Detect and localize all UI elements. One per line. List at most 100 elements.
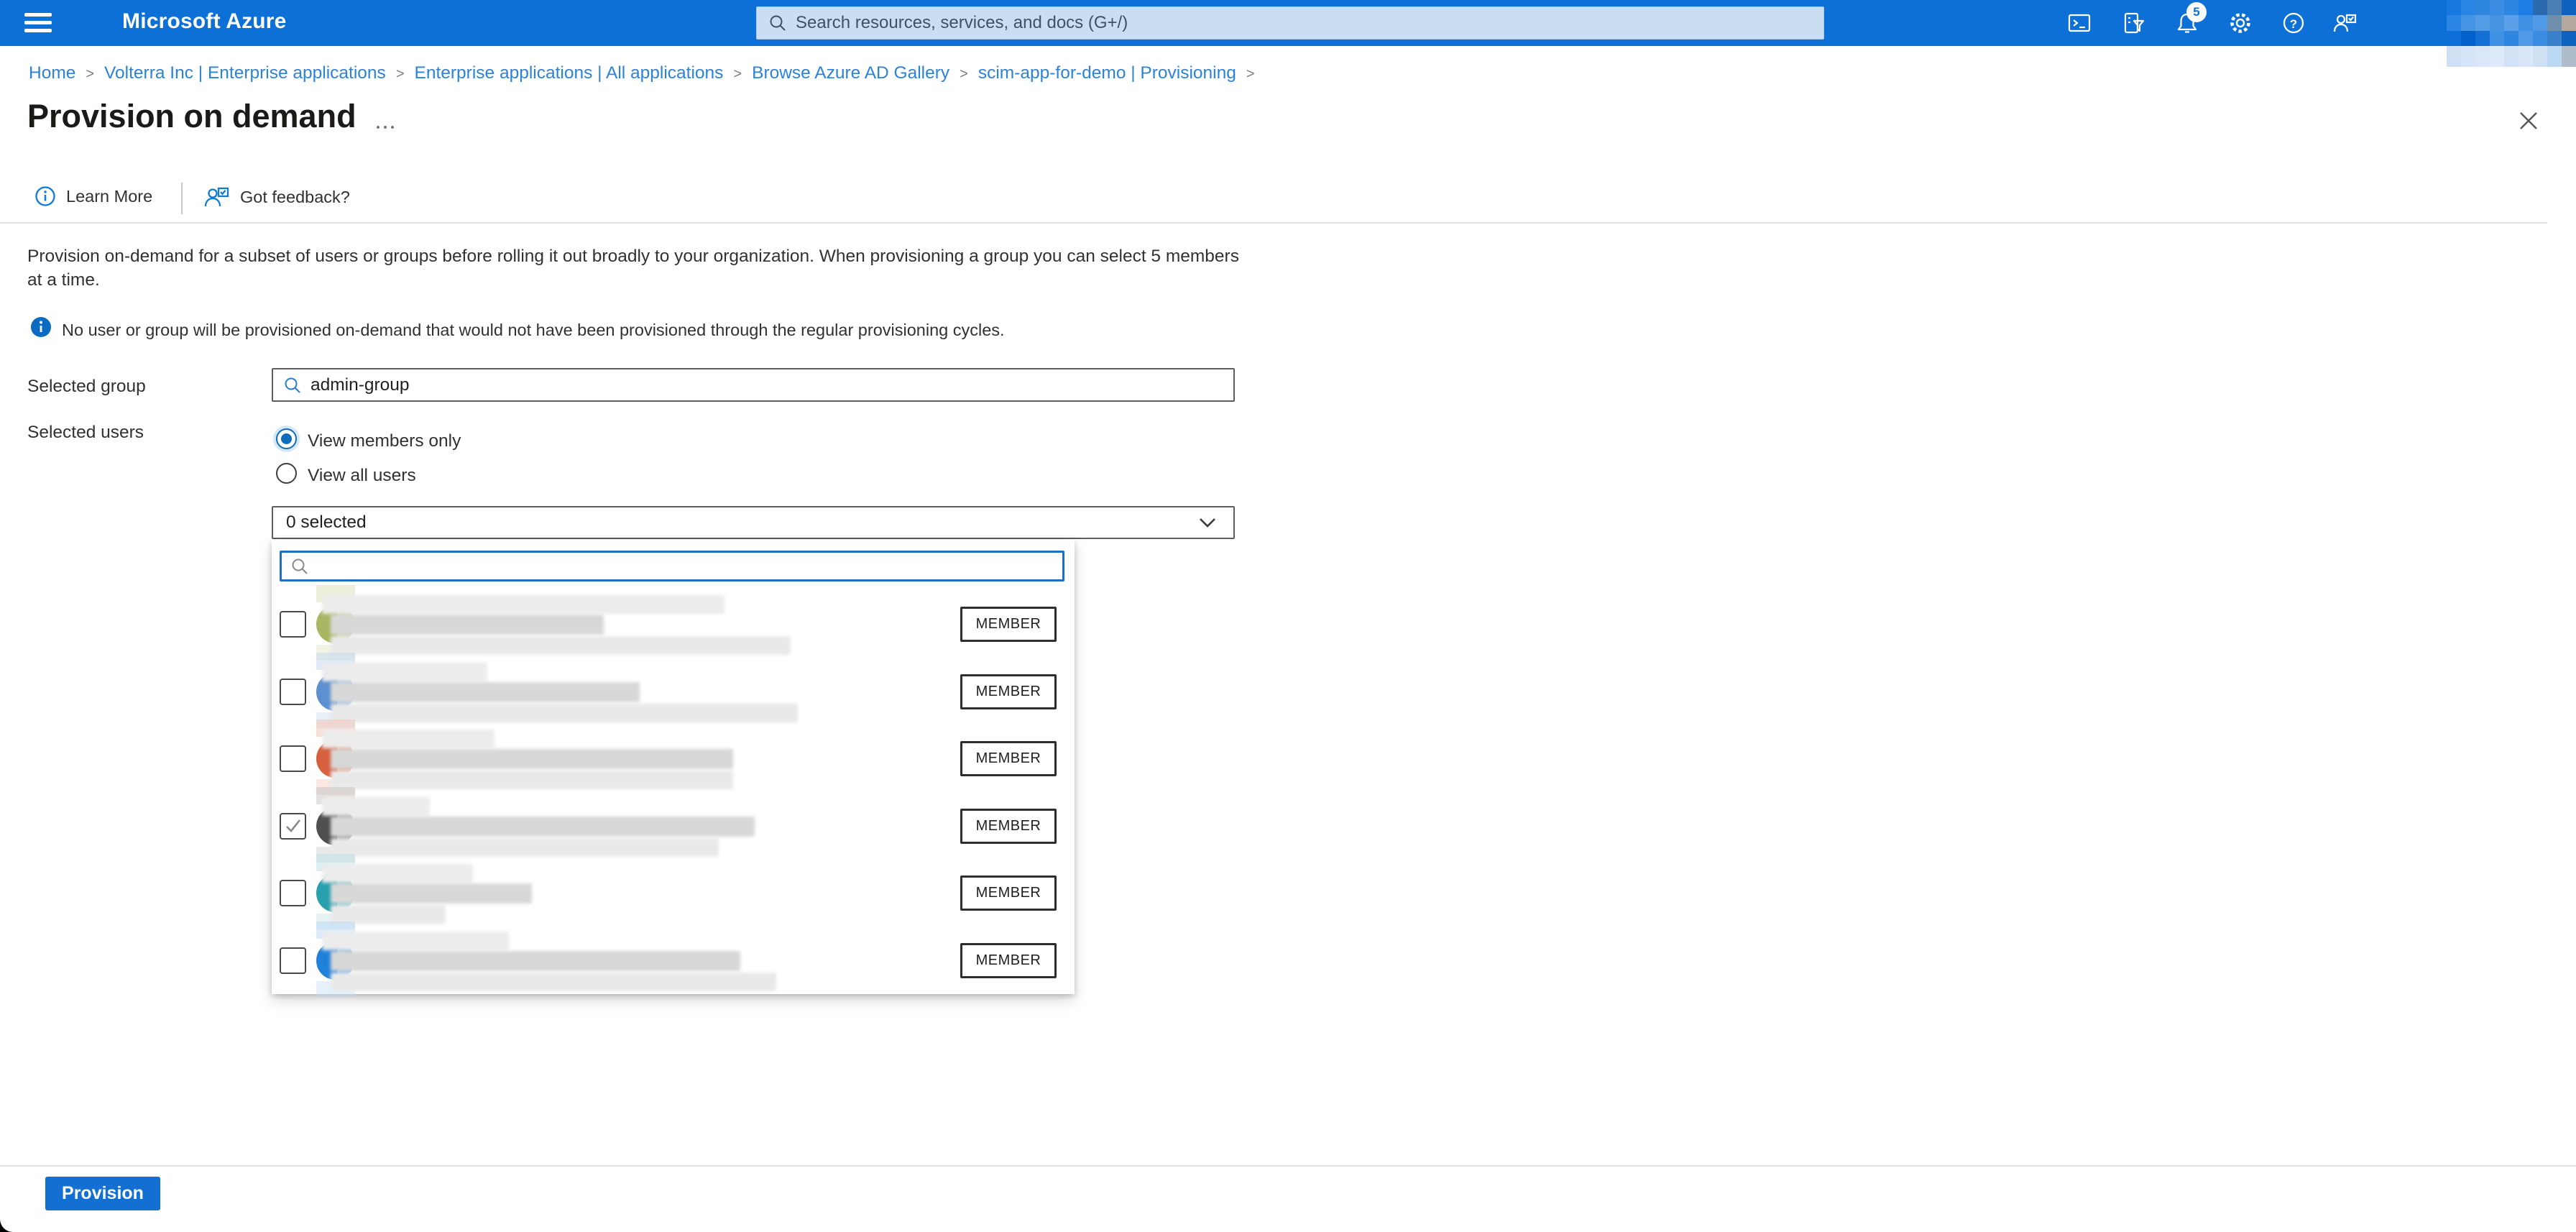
member-list-item[interactable]: MEMBER <box>272 720 1075 795</box>
redacted-pixel <box>2547 30 2562 46</box>
redacted-pixel <box>2490 46 2504 67</box>
member-type-badge: MEMBER <box>960 808 1057 844</box>
redacted-pixel <box>2461 46 2475 67</box>
radio-view-members-only-label: View members only <box>308 431 461 451</box>
member-checkbox[interactable] <box>280 678 306 705</box>
redacted-pixel <box>2518 15 2533 31</box>
redacted-name-blur <box>331 837 719 857</box>
learn-more-button[interactable]: Learn More <box>34 185 152 207</box>
breadcrumb-separator: > <box>1246 66 1255 82</box>
redacted-name-blur <box>331 816 755 837</box>
account-avatar[interactable] <box>2447 0 2576 46</box>
checkmark-icon <box>285 819 300 832</box>
redacted-pixel <box>2490 0 2504 16</box>
member-search-input[interactable] <box>309 556 1062 576</box>
member-checkbox[interactable] <box>280 947 306 974</box>
info-filled-icon <box>30 316 52 341</box>
redacted-pixel <box>2533 46 2547 67</box>
redacted-pixel <box>2447 30 2461 46</box>
toolbar-divider-line <box>0 222 2547 224</box>
redacted-pixel <box>2490 30 2504 46</box>
redacted-pixel <box>2547 0 2562 16</box>
member-list-item[interactable]: MEMBER <box>272 854 1075 929</box>
redacted-pixel <box>2447 0 2461 16</box>
feedback-icon[interactable] <box>2332 11 2357 35</box>
member-list-item[interactable]: MEMBER <box>272 585 1075 661</box>
redacted-pixel <box>2562 0 2576 16</box>
redacted-pixel <box>2504 15 2518 31</box>
redacted-pixel <box>2504 0 2518 16</box>
got-feedback-button[interactable]: Got feedback? <box>203 184 350 210</box>
redacted-pixel <box>2447 15 2461 31</box>
more-options-icon[interactable] <box>374 124 398 131</box>
selected-group-input[interactable] <box>302 374 1233 395</box>
breadcrumb-link[interactable]: Home <box>29 63 75 83</box>
settings-gear-icon[interactable] <box>2228 11 2253 35</box>
redacted-name-blur <box>331 615 604 635</box>
info-outline-icon <box>35 186 55 206</box>
help-icon[interactable]: ? <box>2281 11 2306 35</box>
breadcrumb-separator: > <box>960 66 968 82</box>
redacted-pixel <box>2518 0 2533 16</box>
redacted-pixel <box>2461 0 2475 16</box>
redacted-pixel <box>2547 15 2562 31</box>
member-list-item[interactable]: MEMBER <box>272 786 1075 863</box>
member-search-box[interactable] <box>280 551 1064 581</box>
hamburger-menu-icon[interactable] <box>24 13 52 33</box>
member-checkbox[interactable] <box>280 880 306 906</box>
redacted-name-blur <box>322 730 494 748</box>
member-type-badge: MEMBER <box>960 942 1057 978</box>
redacted-name-blur <box>322 864 473 883</box>
selected-users-dropdown[interactable]: 0 selected <box>272 506 1235 539</box>
member-checkbox[interactable] <box>280 812 306 840</box>
member-type-badge: MEMBER <box>960 607 1057 642</box>
azure-top-bar: Microsoft Azure 5 ? <box>0 0 2576 46</box>
breadcrumb-separator: > <box>86 66 95 82</box>
breadcrumb-link[interactable]: scim-app-for-demo | Provisioning <box>978 63 1236 83</box>
selected-group-label: Selected group <box>27 377 146 396</box>
member-list-item[interactable]: MEMBER <box>272 921 1075 997</box>
member-type-badge: MEMBER <box>960 875 1057 911</box>
redacted-pixel <box>2461 15 2475 31</box>
svg-text:?: ? <box>2290 17 2297 31</box>
redacted-name-blur <box>331 950 740 971</box>
global-search-box[interactable] <box>756 6 1824 40</box>
global-search-input[interactable] <box>787 7 1823 39</box>
provision-on-demand-page: Microsoft Azure 5 ? Home > Volterra Inc | … <box>0 0 2576 1232</box>
redacted-name-blur <box>331 749 733 769</box>
member-checkbox[interactable] <box>280 745 306 772</box>
breadcrumb: Home > Volterra Inc | Enterprise applicati… <box>29 63 1265 83</box>
redacted-name-blur <box>331 703 798 722</box>
member-checkbox[interactable] <box>280 611 306 638</box>
radio-view-members-only[interactable] <box>276 428 297 449</box>
directory-filter-icon[interactable] <box>2122 11 2146 35</box>
member-list-item[interactable]: MEMBER <box>272 652 1075 728</box>
got-feedback-label: Got feedback? <box>240 187 350 206</box>
redacted-pixel <box>2475 0 2490 16</box>
redacted-pixel <box>2518 46 2533 67</box>
page-description: Provision on-demand for a subset of user… <box>27 247 1239 290</box>
breadcrumb-link[interactable]: Enterprise applications | All applicatio… <box>415 63 724 83</box>
search-icon <box>770 15 786 31</box>
provision-button[interactable]: Provision <box>45 1177 160 1210</box>
breadcrumb-link[interactable]: Volterra Inc | Enterprise applications <box>104 63 386 83</box>
azure-brand-logo[interactable]: Microsoft Azure <box>122 9 287 34</box>
redacted-name-blur <box>322 595 724 614</box>
page-title: Provision on demand <box>27 98 356 134</box>
member-type-badge: MEMBER <box>960 741 1057 776</box>
redacted-pixel <box>2461 30 2475 46</box>
close-icon[interactable] <box>2514 106 2543 135</box>
chevron-down-icon <box>1200 518 1215 528</box>
radio-view-all-users[interactable] <box>276 463 297 484</box>
redacted-pixel <box>2562 46 2576 67</box>
redacted-pixel <box>2562 30 2576 46</box>
selected-group-field[interactable] <box>272 368 1235 402</box>
toolbar-divider <box>181 183 183 214</box>
redacted-pixel <box>2562 15 2576 31</box>
redacted-pixel <box>2504 30 2518 46</box>
notification-count-badge[interactable]: 5 <box>2186 2 2207 22</box>
breadcrumb-link[interactable]: Browse Azure AD Gallery <box>752 63 949 83</box>
cloud-shell-icon[interactable] <box>2067 11 2092 35</box>
redacted-pixel <box>2447 46 2461 67</box>
redacted-pixel <box>2533 0 2547 16</box>
